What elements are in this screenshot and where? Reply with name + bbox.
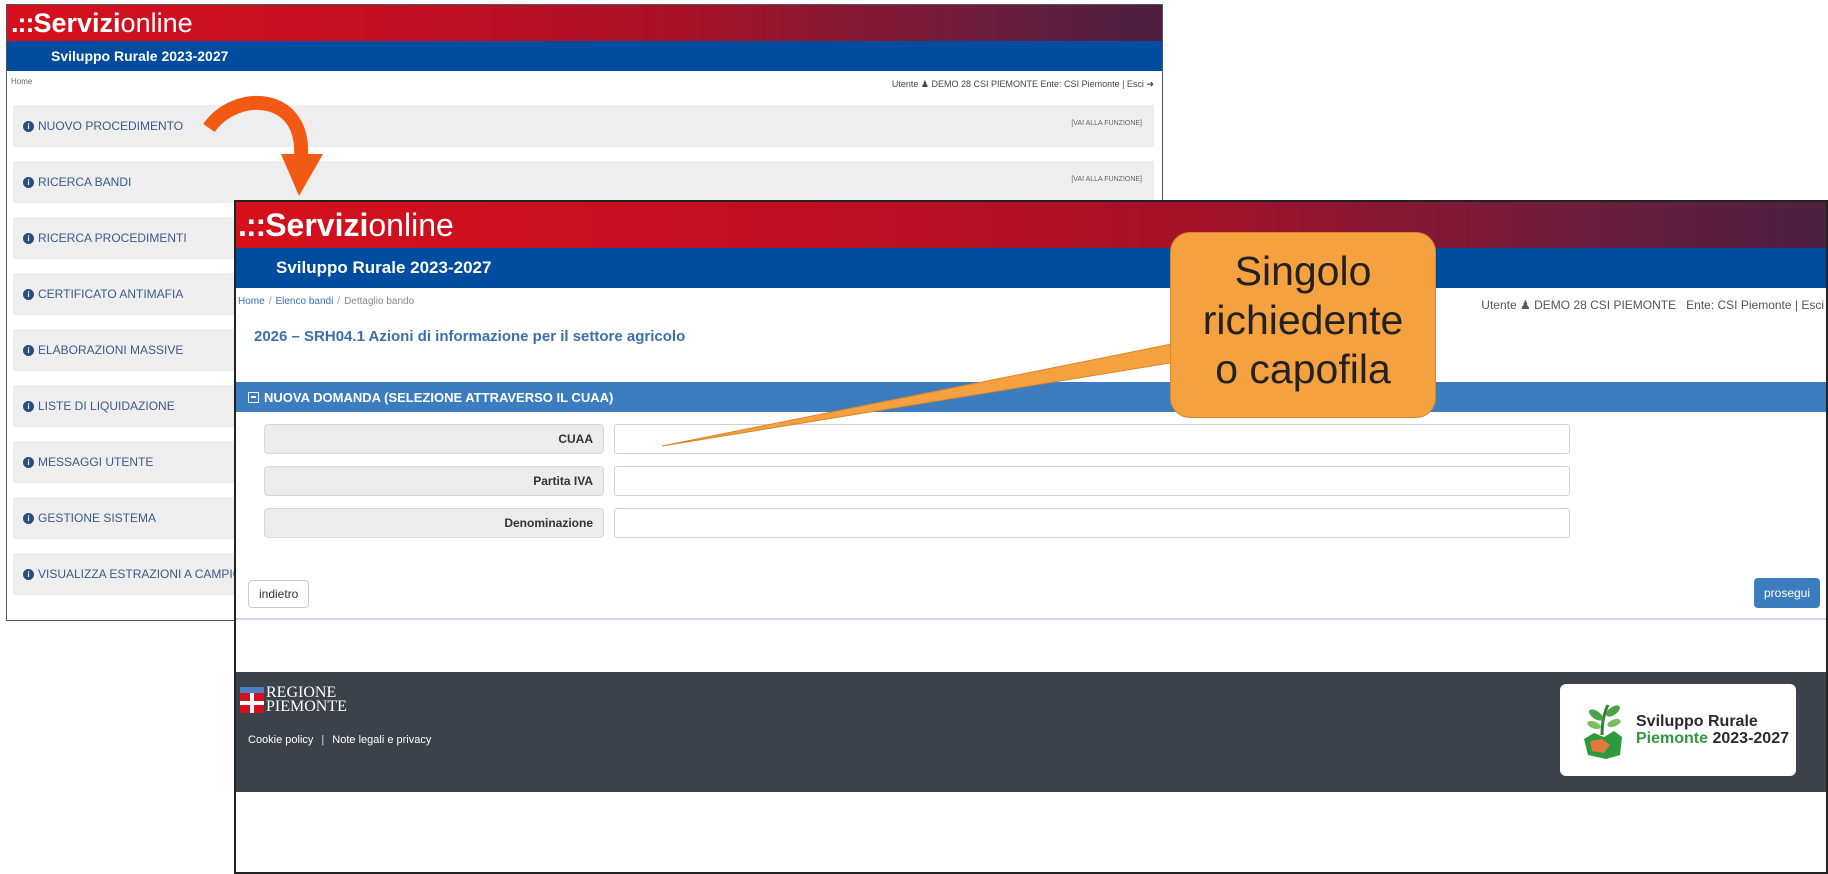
partita-iva-input[interactable] bbox=[614, 466, 1570, 496]
region-line2: PIEMONTE bbox=[266, 698, 347, 715]
menu-item-label: GESTIONE SISTEMA bbox=[38, 511, 157, 525]
back-user-name: DEMO 28 CSI PIEMONTE bbox=[931, 79, 1039, 89]
denominazione-input[interactable] bbox=[614, 508, 1570, 538]
back-subtitle: Sviluppo Rurale 2023-2027 bbox=[51, 48, 229, 64]
stage: .:: Servizi online Sviluppo Rurale 2023-20… bbox=[0, 0, 1828, 874]
back-topline: Home Utente ♟ DEMO 28 CSI PIEMONTE Ente:… bbox=[7, 71, 1162, 105]
back-brand-bar: .:: Servizi online bbox=[7, 5, 1162, 41]
front-subtitle: Sviluppo Rurale 2023-2027 bbox=[276, 258, 492, 277]
brand-light: online bbox=[368, 206, 454, 243]
partita-iva-label: Partita IVA bbox=[264, 466, 604, 496]
panel-header[interactable]: NUOVA DOMANDA (SELEZIONE ATTRAVERSO IL C… bbox=[236, 382, 1826, 412]
back-user-label: Utente bbox=[891, 79, 919, 89]
info-icon: i bbox=[23, 232, 34, 244]
info-icon: i bbox=[23, 344, 34, 356]
info-icon: i bbox=[23, 568, 34, 580]
brand-light: online bbox=[120, 7, 193, 38]
menu-item-label: LISTE DI LIQUIDAZIONE bbox=[38, 399, 175, 413]
curved-arrow-icon bbox=[203, 95, 323, 196]
sr-line2a: Piemonte bbox=[1636, 730, 1709, 747]
back-button[interactable]: indietro bbox=[248, 580, 310, 608]
back-user-line: Utente ♟ DEMO 28 CSI PIEMONTE Ente: CSI … bbox=[892, 79, 1154, 90]
menu-item-nuovo-procedimento[interactable]: i NUOVO PROCEDIMENTO [VAI ALLA FUNZIONE] bbox=[13, 105, 1154, 147]
go-to-function-link[interactable]: [VAI ALLA FUNZIONE] bbox=[1071, 176, 1142, 183]
denominazione-label: Denominazione bbox=[264, 508, 604, 538]
brand-strong: Servizi bbox=[265, 206, 369, 243]
menu-item-label: VISUALIZZA ESTRAZIONI A CAMPIONE bbox=[38, 567, 259, 581]
front-subtitle-bar: Sviluppo Rurale 2023-2027 bbox=[236, 248, 1826, 288]
cuaa-input[interactable] bbox=[614, 424, 1570, 454]
logout-icon[interactable]: ➜ bbox=[1146, 79, 1154, 89]
form-row-partita-iva: Partita IVA bbox=[264, 466, 1594, 496]
info-icon: i bbox=[23, 512, 34, 524]
front-user-label: Utente bbox=[1481, 298, 1517, 312]
back-subtitle-bar: Sviluppo Rurale 2023-2027 bbox=[7, 41, 1162, 71]
callout-line3: o capofila bbox=[1215, 346, 1391, 392]
user-icon: ♟ bbox=[1520, 298, 1531, 312]
panel-title: NUOVA DOMANDA (SELEZIONE ATTRAVERSO IL C… bbox=[264, 389, 614, 405]
sviluppo-rurale-emblem-icon bbox=[1584, 704, 1622, 759]
front-ente[interactable]: Ente: CSI Piemonte | Esci bbox=[1686, 298, 1824, 312]
callout-line1: Singolo bbox=[1234, 248, 1372, 294]
callout-line2: richiedente bbox=[1202, 297, 1404, 343]
form-row-denominazione: Denominazione bbox=[264, 508, 1594, 538]
menu-item-label: RICERCA PROCEDIMENTI bbox=[38, 231, 187, 245]
callout-annotation: Singolo richiedente o capofila bbox=[1170, 232, 1436, 418]
back-home-link[interactable]: Home bbox=[11, 77, 32, 86]
regione-piemonte-logo[interactable]: REGIONE PIEMONTE bbox=[240, 685, 347, 715]
bando-title: 2026 – SRH04.1 Azioni di informazione pe… bbox=[254, 328, 686, 345]
menu-item-label: ELABORAZIONI MASSIVE bbox=[38, 343, 184, 357]
menu-item-label: MESSAGGI UTENTE bbox=[38, 455, 154, 469]
divider bbox=[236, 618, 1826, 620]
front-user-name: DEMO 28 CSI PIEMONTE bbox=[1534, 298, 1677, 312]
next-button[interactable]: prosegui bbox=[1753, 578, 1820, 608]
front-user-line: Utente ♟ DEMO 28 CSI PIEMONTE Ente: CSI … bbox=[1481, 298, 1824, 312]
brand-dots-icon: .:: bbox=[11, 7, 35, 38]
menu-item-label: NUOVO PROCEDIMENTO bbox=[38, 119, 184, 133]
brand-strong: Servizi bbox=[33, 7, 121, 38]
cookie-policy-link[interactable]: Cookie policy bbox=[248, 734, 313, 746]
footer: REGIONE PIEMONTE Cookie policy | Note lega… bbox=[236, 672, 1826, 792]
breadcrumb: Home / Elenco bandi / Dettaglio bando bbox=[238, 296, 415, 307]
breadcrumb-elenco-bandi[interactable]: Elenco bandi bbox=[275, 296, 333, 307]
front-window: .:: Servizi online Sviluppo Rurale 2023-20… bbox=[234, 200, 1828, 874]
info-icon: i bbox=[23, 288, 34, 300]
info-icon: i bbox=[23, 120, 34, 132]
front-brand-bar: .:: Servizi online bbox=[236, 202, 1826, 248]
info-icon: i bbox=[23, 456, 34, 468]
form-row-cuaa: CUAA bbox=[264, 424, 1594, 454]
menu-item-label: CERTIFICATO ANTIMAFIA bbox=[38, 287, 184, 301]
info-icon: i bbox=[23, 400, 34, 412]
regione-flag-icon bbox=[240, 687, 264, 713]
user-icon: ♟ bbox=[920, 79, 929, 89]
back-ente[interactable]: Ente: CSI Piemonte | Esci bbox=[1041, 79, 1144, 89]
breadcrumb-current: Dettaglio bando bbox=[344, 296, 415, 307]
menu-item-ricerca-bandi[interactable]: i RICERCA BANDI [VAI ALLA FUNZIONE] bbox=[13, 161, 1154, 203]
collapse-icon[interactable] bbox=[248, 391, 259, 403]
cuaa-label: CUAA bbox=[264, 424, 604, 454]
sr-line2b: 2023-2027 bbox=[1712, 730, 1789, 747]
sviluppo-rurale-logo: Sviluppo Rurale Piemonte 2023-2027 bbox=[1560, 684, 1796, 776]
go-to-function-link[interactable]: [VAI ALLA FUNZIONE] bbox=[1071, 120, 1142, 127]
sr-line1: Sviluppo Rurale bbox=[1636, 713, 1758, 730]
info-icon: i bbox=[23, 176, 34, 188]
brand-dots-icon: .:: bbox=[238, 206, 266, 243]
footer-links: Cookie policy | Note legali e privacy bbox=[248, 734, 432, 746]
legal-privacy-link[interactable]: Note legali e privacy bbox=[332, 734, 431, 746]
breadcrumb-home[interactable]: Home bbox=[238, 296, 265, 307]
menu-item-label: RICERCA BANDI bbox=[38, 175, 132, 189]
